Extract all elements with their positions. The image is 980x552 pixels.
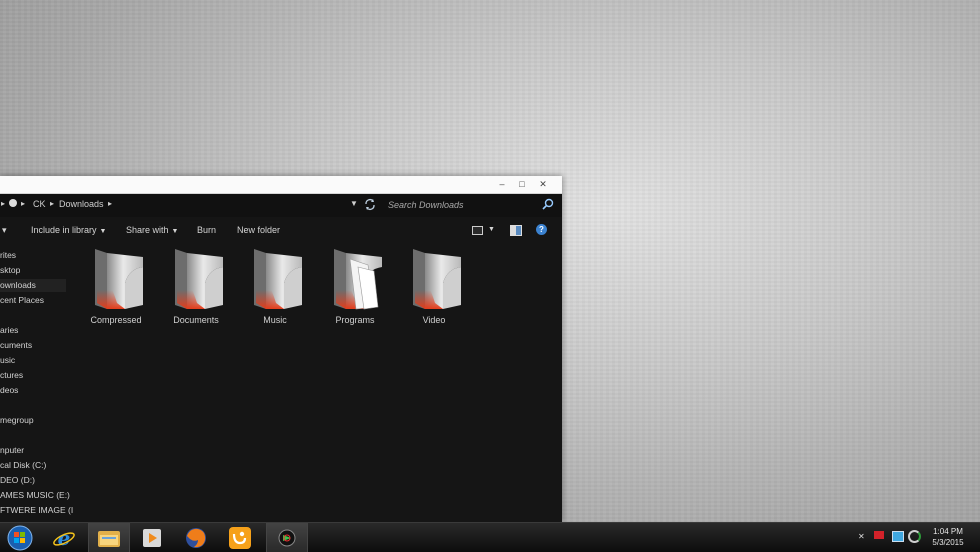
chevron-right-icon[interactable]: ▸ (50, 199, 54, 208)
include-label: Include in library (31, 225, 97, 235)
breadcrumb-downloads[interactable]: Downloads (59, 199, 104, 209)
breadcrumb-ck[interactable]: CK (33, 199, 46, 209)
nav-item-pictures[interactable]: ctures (0, 369, 23, 382)
clock-date: 5/3/2015 (932, 538, 964, 547)
svg-text:e: e (58, 526, 71, 550)
nav-item-computer[interactable]: nputer (0, 444, 24, 457)
share-with-button[interactable]: Share with ▼ (126, 225, 178, 235)
nav-item-video-d[interactable]: DEO (D:) (0, 474, 35, 487)
nav-item-videos[interactable]: deos (0, 384, 18, 397)
antivirus-icon[interactable] (908, 530, 921, 543)
chevron-down-icon: ▼ (171, 228, 179, 235)
chevron-right-icon[interactable]: ▸ (108, 199, 112, 208)
close-button[interactable]: ✕ (536, 178, 550, 190)
action-center-flag-icon[interactable] (874, 531, 884, 539)
folder-open-icon (334, 249, 382, 310)
folder-item[interactable]: Music (235, 247, 315, 325)
folder-icon (254, 249, 302, 309)
uc-browser-icon (229, 526, 251, 549)
help-icon[interactable]: ? (536, 224, 547, 235)
organize-dropdown[interactable]: ▾ (2, 225, 7, 236)
search-icon[interactable] (542, 198, 554, 210)
taskbar: e ✕ 1:04 PM 5/3/2015 (0, 522, 980, 552)
command-bar: ▾ Include in library ▼ Share with ▼ Burn N… (0, 217, 562, 243)
folder-label: Video (422, 315, 446, 325)
taskbar-file-explorer[interactable] (88, 523, 130, 552)
chevron-down-icon: ▼ (99, 228, 107, 235)
folder-icon (98, 530, 120, 547)
explorer-window[interactable]: – □ ✕ ▸ ▸ CK ▸ Downloads ▸ ▼ ▾ Include i… (0, 176, 562, 522)
folder-item[interactable]: Documents (156, 247, 236, 325)
nav-item-desktop[interactable]: sktop (0, 264, 20, 277)
nav-item-favorites[interactable]: rites (0, 249, 16, 262)
taskbar-internet-explorer[interactable]: e (44, 523, 84, 552)
nav-item-downloads[interactable]: ownloads (0, 279, 66, 292)
preview-pane-icon[interactable] (510, 225, 522, 236)
folder-icon (413, 249, 461, 309)
include-in-library-button[interactable]: Include in library ▼ (31, 225, 106, 235)
folder-label: Compressed (90, 315, 142, 325)
navigation-pane: rites sktop ownloads cent Places aries c… (0, 243, 73, 522)
folder-icon (95, 249, 143, 309)
chevron-right-icon: ▸ (21, 199, 26, 208)
folder-item[interactable]: Compressed (76, 247, 156, 325)
internet-explorer-icon: e (53, 526, 75, 550)
change-view-icon[interactable] (472, 226, 483, 235)
search-input[interactable] (384, 197, 560, 213)
nav-item-recent-places[interactable]: cent Places (0, 294, 44, 307)
maximize-button[interactable]: □ (515, 178, 529, 190)
address-bar: ▸ ▸ CK ▸ Downloads ▸ ▼ (0, 194, 562, 217)
chevron-right-icon: ▸ (1, 199, 6, 208)
windows-media-center-icon (278, 529, 296, 546)
nav-item-libraries[interactable]: aries (0, 324, 18, 337)
nav-item-documents[interactable]: cuments (0, 339, 32, 352)
close-icon[interactable]: ✕ (858, 532, 865, 541)
nav-item-games-music-e[interactable]: AMES MUSIC (E:) (0, 489, 70, 502)
system-clock[interactable]: 1:04 PM 5/3/2015 (925, 526, 971, 548)
title-bar[interactable]: – □ ✕ (0, 176, 562, 194)
clock-time: 1:04 PM (933, 527, 963, 536)
folder-label: Music (263, 315, 287, 325)
refresh-icon[interactable] (363, 198, 377, 211)
folder-label: Documents (173, 315, 219, 325)
taskbar-firefox[interactable] (176, 523, 216, 552)
taskbar-media-player[interactable] (132, 523, 172, 552)
view-options-dropdown[interactable]: ▼ (488, 226, 495, 233)
burn-button[interactable]: Burn (197, 225, 216, 235)
location-icon (9, 199, 17, 207)
address-dropdown-icon[interactable]: ▼ (350, 199, 358, 208)
taskbar-uc-browser[interactable] (220, 523, 260, 552)
share-label: Share with (126, 225, 169, 235)
firefox-icon (186, 527, 206, 548)
file-list: Compressed Documents Music Programs Vide… (76, 243, 562, 522)
minimize-button[interactable]: – (495, 178, 509, 190)
nav-item-music[interactable]: usic (0, 354, 15, 367)
new-folder-button[interactable]: New folder (237, 225, 280, 235)
network-icon[interactable] (892, 531, 904, 542)
media-player-icon (143, 528, 161, 547)
folder-item[interactable]: Video (394, 247, 474, 325)
start-button[interactable] (0, 523, 40, 552)
windows-logo-icon (7, 525, 33, 550)
folder-label: Programs (335, 315, 375, 325)
taskbar-media-center[interactable] (266, 523, 308, 552)
nav-item-software-image[interactable]: FTWERE IMAGE (I (0, 504, 73, 517)
nav-item-homegroup[interactable]: megroup (0, 414, 34, 427)
nav-item-local-disk-c[interactable]: cal Disk (C:) (0, 459, 46, 472)
folder-icon (175, 249, 223, 309)
folder-item[interactable]: Programs (315, 247, 395, 325)
